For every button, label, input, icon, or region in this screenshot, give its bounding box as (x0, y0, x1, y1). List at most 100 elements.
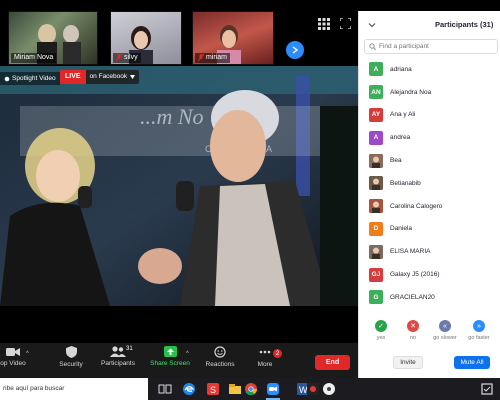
chrome-icon[interactable] (244, 382, 258, 396)
participant-initials-avatar: GJ (369, 267, 383, 282)
chevron-down-icon[interactable] (368, 21, 376, 29)
feedback-yes-button[interactable]: ✓ yes (366, 320, 396, 341)
participant-row[interactable]: D Daniela (359, 218, 500, 241)
feedback-go-slower-icon: « (439, 320, 451, 332)
spotlight-video-label: Spotlight Video (0, 72, 60, 85)
invite-button[interactable]: Invite (393, 356, 423, 369)
app-shortcut-icon[interactable]: S (206, 382, 220, 396)
participant-name: Daniela (390, 225, 413, 233)
live-label: LIVE (60, 70, 86, 84)
mute-all-button[interactable]: Mute All (454, 356, 490, 369)
participant-row[interactable]: ELISA MARIA (359, 240, 500, 263)
participant-name: andrea (390, 134, 411, 142)
thumbnail-video[interactable]: miriam (192, 11, 274, 65)
participant-row[interactable]: Betianabib (359, 172, 500, 195)
participant-row[interactable]: Aadriana (359, 58, 500, 81)
feedback-go-faster-button[interactable]: » go faster (464, 320, 494, 341)
feedback-no-button[interactable]: ✕ no (398, 320, 428, 341)
share-screen-icon (163, 346, 177, 357)
participant-name: Bea (390, 157, 402, 165)
svg-text:S: S (210, 385, 216, 395)
participant-initials-avatar: D (369, 221, 383, 236)
participant-row[interactable]: G GRACIELAN20 (359, 286, 500, 309)
security-button[interactable]: Security (56, 346, 86, 368)
participant-initials-avatar: A (369, 62, 383, 77)
zoom-window: Miriam Nova silvy miriam ...m No Spotlig… (0, 0, 500, 400)
participants-panel-title: Participants (31) (435, 20, 494, 29)
feedback-label: go faster (468, 335, 490, 341)
participant-photo-avatar (369, 244, 383, 259)
spotlight-video-scene: ...m No CTRIZ Y CANTA (0, 66, 358, 306)
feedback-go-faster-icon: » (473, 320, 485, 332)
participant-search-input[interactable] (379, 40, 495, 53)
fullscreen-icon[interactable] (340, 18, 351, 29)
participant-search[interactable] (364, 39, 498, 54)
live-destination[interactable]: on Facebook (85, 70, 140, 84)
feedback-yes-icon: ✓ (375, 320, 387, 332)
stop-video-button[interactable]: op Video (0, 346, 26, 367)
end-meeting-button[interactable]: End (315, 355, 350, 370)
thumbnail-name: miriam (195, 53, 230, 63)
more-notification-badge: 2 (273, 349, 282, 358)
participant-row[interactable]: AN Alejandra Noa (359, 81, 500, 104)
participant-photo-avatar (369, 153, 383, 168)
feedback-label: go slower (433, 335, 457, 341)
more-button[interactable]: More (254, 346, 276, 368)
participant-name: Ana y Ali (390, 111, 416, 119)
task-view-icon[interactable] (158, 382, 172, 396)
participant-row[interactable]: Bea (359, 149, 500, 172)
participant-name: Galaxy J5 (2016) (390, 271, 440, 279)
svg-text:...m No: ...m No (140, 104, 204, 129)
nonverbal-feedback-bar: ✓ yes ✕ no « go slower » go faster (359, 320, 500, 350)
caret-down-icon (130, 75, 136, 79)
participant-photo-avatar (369, 176, 383, 191)
video-options-caret[interactable]: ^ (26, 351, 29, 357)
participant-name: Betianabib (390, 179, 421, 187)
mic-muted-icon (197, 53, 205, 62)
thumbnail-strip: Miriam Nova silvy miriam (0, 11, 358, 65)
participant-name: GRACIELAN20 (390, 293, 435, 301)
participant-initials-avatar: G (369, 290, 383, 305)
feedback-no-icon: ✕ (407, 320, 419, 332)
participant-name: Carolina Calogero (390, 202, 443, 210)
share-screen-button[interactable]: Share Screen (150, 346, 190, 367)
media-player-icon[interactable] (322, 382, 336, 396)
participant-initials-avatar: AY (369, 107, 383, 122)
app-icon[interactable] (306, 382, 320, 396)
participants-panel-header: Participants (31) (359, 11, 500, 39)
chevron-right-icon (292, 46, 299, 54)
meeting-toolbar: op Video ^ Security Participants 31 Shar… (0, 343, 358, 378)
thumbnail-name: Miriam Nova (11, 53, 57, 63)
thumbnail-video[interactable]: silvy (110, 11, 182, 65)
participant-initials-avatar: AN (369, 85, 383, 100)
participant-row[interactable]: Carolina Calogero (359, 195, 500, 218)
action-center-icon[interactable] (480, 382, 494, 396)
thumbnail-name: silvy (113, 53, 141, 63)
next-page-button[interactable] (286, 41, 304, 59)
participant-row[interactable]: Aandrea (359, 126, 500, 149)
live-stream-badge[interactable]: LIVE on Facebook (60, 70, 140, 84)
participant-photo-avatar (369, 199, 383, 214)
participant-row[interactable]: GJ Galaxy J5 (2016) (359, 263, 500, 286)
file-explorer-icon[interactable] (228, 382, 242, 396)
pin-icon (4, 76, 10, 81)
search-icon (369, 43, 376, 50)
participants-icon (110, 346, 126, 357)
participant-row[interactable]: AY Ana y Ali (359, 104, 500, 127)
thumbnail-video[interactable]: Miriam Nova (8, 11, 98, 65)
participant-name: adriana (390, 65, 412, 73)
edge-browser-icon[interactable] (182, 382, 196, 396)
participant-name: Alejandra Noa (390, 88, 432, 96)
spotlight-video: ...m No CTRIZ Y CANTA (0, 66, 358, 306)
participant-name: ELISA MARIA (390, 248, 431, 256)
reactions-button[interactable]: Reactions (204, 346, 236, 368)
share-options-caret[interactable]: ^ (186, 351, 189, 357)
participant-initials-avatar: A (369, 130, 383, 145)
feedback-go-slower-button[interactable]: « go slower (430, 320, 460, 341)
participants-count: 31 (126, 346, 133, 352)
gallery-view-icon[interactable] (318, 18, 330, 30)
mic-muted-icon (115, 53, 123, 62)
taskbar-search-box[interactable]: ribe aquí para buscar (0, 378, 148, 400)
zoom-app-icon[interactable] (266, 382, 280, 396)
participant-list: Aadriana AN Alejandra Noa AY Ana y Ali Aandre… (359, 58, 500, 309)
